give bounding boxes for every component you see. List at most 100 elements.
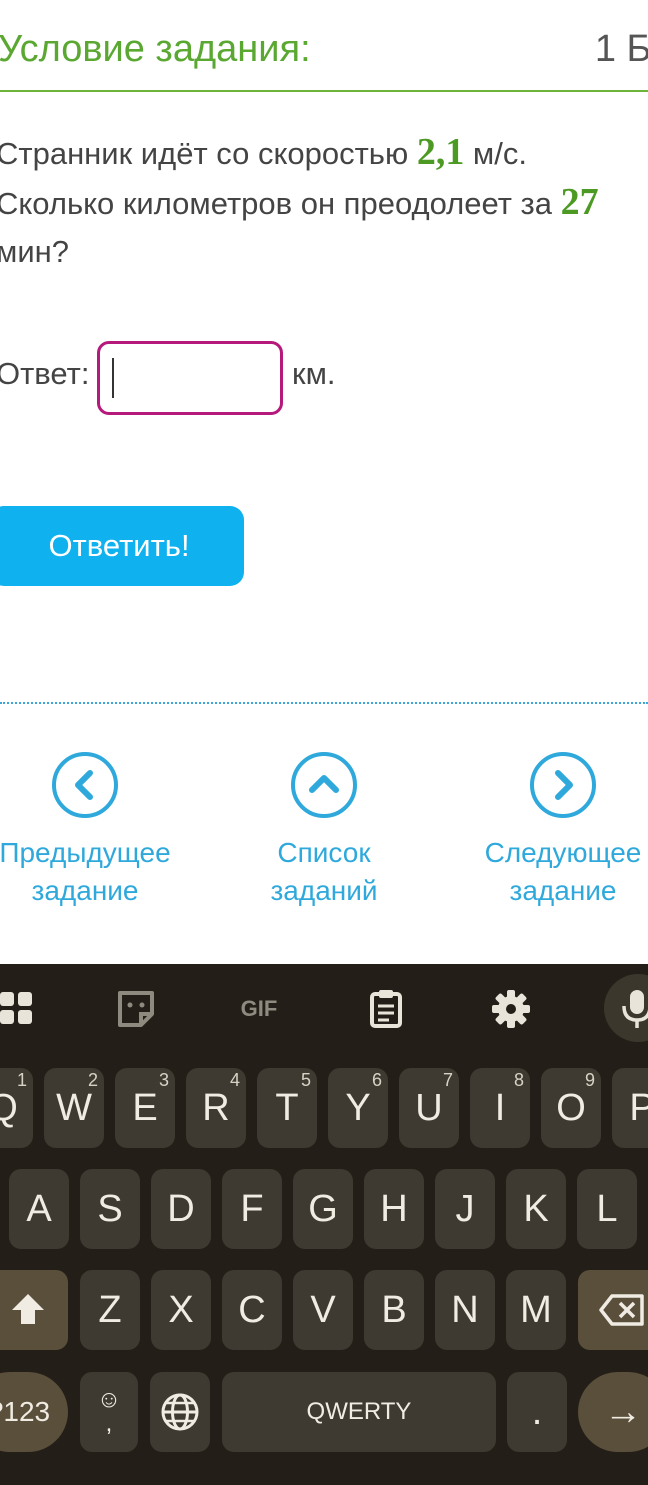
backspace-key[interactable] <box>578 1270 648 1350</box>
key-f[interactable]: F <box>222 1169 282 1249</box>
key-u[interactable]: U7 <box>399 1068 459 1148</box>
minutes-value: 27 <box>560 181 599 223</box>
task-list-label: Список заданий <box>214 834 434 910</box>
key-s-label: S <box>97 1187 123 1230</box>
key-g-label: G <box>308 1187 338 1230</box>
key-x[interactable]: X <box>151 1270 211 1350</box>
clipboard-icon[interactable] <box>361 984 411 1034</box>
shift-arrow-icon <box>12 1294 44 1324</box>
mic-icon[interactable] <box>604 974 648 1042</box>
key-a-label: A <box>26 1187 52 1230</box>
key-z[interactable]: Z <box>80 1270 140 1350</box>
speed-value: 2,1 <box>416 131 465 173</box>
text-cursor <box>112 358 114 398</box>
key-x-label: X <box>168 1288 194 1331</box>
key-e-hint: 3 <box>158 1070 169 1090</box>
key-q-label: Q <box>0 1086 18 1129</box>
task-list-label-line2: заданий <box>270 875 378 906</box>
next-task-label: Следующее задание <box>453 834 648 910</box>
key-m[interactable]: M <box>506 1270 566 1350</box>
period-key[interactable]: . <box>507 1372 567 1452</box>
key-b-label: B <box>381 1288 407 1331</box>
key-u-label: U <box>415 1086 443 1129</box>
key-v[interactable]: V <box>293 1270 353 1350</box>
emoji-comma-key[interactable]: ☺ , <box>80 1372 138 1452</box>
key-e-label: E <box>132 1086 158 1129</box>
key-l-label: L <box>596 1187 618 1230</box>
key-i[interactable]: I8 <box>470 1068 530 1148</box>
key-t[interactable]: T5 <box>257 1068 317 1148</box>
key-z-label: Z <box>98 1288 122 1331</box>
key-e[interactable]: E3 <box>115 1068 175 1148</box>
sticker-icon[interactable] <box>111 984 161 1034</box>
key-y-label: Y <box>345 1086 371 1129</box>
key-l[interactable]: L <box>577 1169 637 1249</box>
key-u-hint: 7 <box>442 1070 453 1090</box>
key-h-label: H <box>380 1187 408 1230</box>
chevron-up-icon <box>291 752 357 818</box>
apps-icon[interactable] <box>0 984 40 1034</box>
key-o-label: O <box>556 1086 586 1129</box>
language-key[interactable] <box>150 1372 210 1452</box>
key-f-label: F <box>240 1187 264 1230</box>
key-t-label: T <box>275 1086 299 1129</box>
settings-icon[interactable] <box>486 984 536 1034</box>
answer-unit: км. <box>292 356 336 391</box>
key-a[interactable]: A <box>9 1169 69 1249</box>
key-r[interactable]: R4 <box>186 1068 246 1148</box>
key-j[interactable]: J <box>435 1169 495 1249</box>
key-w-hint: 2 <box>87 1070 98 1090</box>
key-o-hint: 9 <box>584 1070 595 1090</box>
key-n[interactable]: N <box>435 1270 495 1350</box>
globe-icon <box>161 1393 199 1431</box>
comma-label: , <box>105 1410 113 1437</box>
key-g[interactable]: G <box>293 1169 353 1249</box>
key-p[interactable]: P0 <box>612 1068 648 1148</box>
key-n-label: N <box>451 1288 479 1331</box>
problem-text: Странник идёт со скоростью 2,1 м/с. Скол… <box>0 128 636 276</box>
key-i-label: I <box>494 1086 506 1129</box>
prev-task-link[interactable]: Предыдущее задание <box>0 752 195 910</box>
task-list-label-line1: Список <box>277 837 371 868</box>
answer-input[interactable] <box>97 341 283 415</box>
gif-icon[interactable]: GIF <box>234 984 284 1034</box>
key-w-label: W <box>56 1086 92 1129</box>
task-header: Условие задания: 1 Б. <box>0 0 648 92</box>
key-b[interactable]: B <box>364 1270 424 1350</box>
next-task-label-line2: задание <box>509 875 617 906</box>
key-p-label: P <box>629 1086 648 1129</box>
key-j-label: J <box>455 1187 475 1230</box>
key-d[interactable]: D <box>151 1169 211 1249</box>
problem-text-part1: Странник идёт со скоростью <box>0 136 417 171</box>
key-m-label: M <box>520 1288 552 1331</box>
key-h[interactable]: H <box>364 1169 424 1249</box>
task-points: 1 Б. <box>594 28 648 70</box>
key-r-hint: 4 <box>229 1070 240 1090</box>
key-w[interactable]: W2 <box>44 1068 104 1148</box>
key-d-label: D <box>167 1187 195 1230</box>
space-key[interactable]: QWERTY <box>222 1372 496 1452</box>
answer-label: Ответ: <box>0 356 90 391</box>
enter-key[interactable]: → <box>578 1372 648 1452</box>
key-q[interactable]: Q1 <box>0 1068 33 1148</box>
key-c[interactable]: C <box>222 1270 282 1350</box>
emoji-icon: ☺ <box>96 1386 122 1413</box>
shift-key[interactable] <box>0 1270 68 1350</box>
key-i-hint: 8 <box>513 1070 524 1090</box>
key-k-label: K <box>523 1187 549 1230</box>
submit-answer-button[interactable]: Ответить! <box>0 506 244 586</box>
key-s[interactable]: S <box>80 1169 140 1249</box>
next-task-label-line1: Следующее <box>484 837 642 868</box>
next-task-link[interactable]: Следующее задание <box>453 752 648 910</box>
key-c-label: C <box>238 1288 266 1331</box>
key-k[interactable]: K <box>506 1169 566 1249</box>
key-o[interactable]: O9 <box>541 1068 601 1148</box>
backspace-icon <box>599 1294 644 1326</box>
key-y[interactable]: Y6 <box>328 1068 388 1148</box>
task-list-link[interactable]: Список заданий <box>214 752 434 910</box>
chevron-right-icon <box>530 752 596 818</box>
key-t-hint: 5 <box>300 1070 311 1090</box>
key-q-hint: 1 <box>16 1070 27 1090</box>
problem-text-part3: мин? <box>0 234 69 269</box>
prev-task-label-line2: задание <box>31 875 139 906</box>
